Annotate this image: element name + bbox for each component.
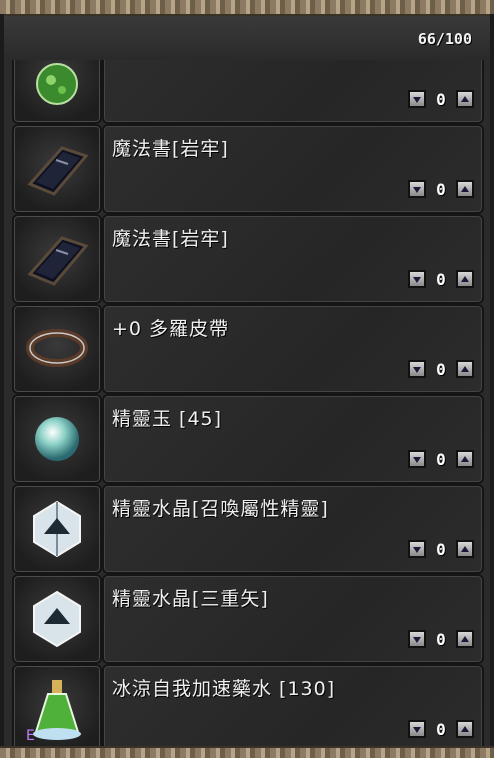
window-frame-bottom <box>0 746 494 758</box>
belt-icon <box>26 329 88 367</box>
list-item[interactable]: 魔法書[岩牢] 0 <box>8 214 484 304</box>
inventory-list: 0 魔法書[岩牢] 0 魔法書[岩牢] 0 +0 多羅皮帶 0 精靈玉 [45]… <box>4 0 490 758</box>
item-panel[interactable]: 冰涼自我加速藥水 [130] 0 <box>102 664 484 754</box>
quantity-value: 0 <box>436 449 446 469</box>
cooling-haste-potion-icon: E <box>26 680 81 744</box>
quantity-stepper[interactable]: 0 <box>408 628 474 650</box>
quantity-value: 0 <box>436 179 446 199</box>
quantity-stepper[interactable]: 0 <box>408 268 474 290</box>
window-frame-top <box>0 0 494 16</box>
quantity-value: 0 <box>436 719 446 739</box>
item-slot[interactable] <box>12 574 102 664</box>
list-item[interactable]: 精靈水晶[召喚屬性精靈] 0 <box>8 484 484 574</box>
crystal-icon <box>33 590 81 648</box>
item-name: 魔法書[岩牢] <box>112 138 229 160</box>
item-panel[interactable]: 精靈水晶[三重矢] 0 <box>102 574 484 664</box>
item-panel[interactable]: 精靈水晶[召喚屬性精靈] 0 <box>102 484 484 574</box>
item-name: 精靈玉 [45] <box>112 408 223 430</box>
svg-text:E: E <box>26 728 35 744</box>
decrease-button[interactable] <box>408 450 426 468</box>
increase-button[interactable] <box>456 450 474 468</box>
item-slot[interactable] <box>12 304 102 394</box>
quantity-value: 0 <box>436 89 446 109</box>
quantity-stepper[interactable]: 0 <box>408 718 474 740</box>
window-frame-right <box>490 14 494 748</box>
item-panel[interactable]: 魔法書[岩牢] 0 <box>102 214 484 304</box>
list-item[interactable]: +0 多羅皮帶 0 <box>8 304 484 394</box>
quantity-value: 0 <box>436 539 446 559</box>
crystal-icon <box>33 500 81 558</box>
list-item[interactable]: 魔法書[岩牢] 0 <box>8 124 484 214</box>
item-panel[interactable]: +0 多羅皮帶 0 <box>102 304 484 394</box>
decrease-button[interactable] <box>408 720 426 738</box>
item-name: +0 多羅皮帶 <box>112 318 230 340</box>
quantity-stepper[interactable]: 0 <box>408 358 474 380</box>
list-item[interactable]: E 冰涼自我加速藥水 [130] 0 <box>8 664 484 754</box>
quantity-stepper[interactable]: 0 <box>408 178 474 200</box>
decrease-button[interactable] <box>408 90 426 108</box>
decrease-button[interactable] <box>408 360 426 378</box>
quantity-stepper[interactable]: 0 <box>408 88 474 110</box>
increase-button[interactable] <box>456 90 474 108</box>
item-name: 冰涼自我加速藥水 [130] <box>112 678 336 700</box>
quantity-stepper[interactable]: 0 <box>408 538 474 560</box>
quantity-stepper[interactable]: 0 <box>408 448 474 470</box>
item-panel[interactable]: 魔法書[岩牢] 0 <box>102 124 484 214</box>
increase-button[interactable] <box>456 540 474 558</box>
quantity-value: 0 <box>436 629 446 649</box>
item-panel[interactable]: 精靈玉 [45] 0 <box>102 394 484 484</box>
item-slot[interactable] <box>12 124 102 214</box>
quantity-value: 0 <box>436 269 446 289</box>
quantity-value: 0 <box>436 359 446 379</box>
spellbook-icon <box>27 146 89 196</box>
item-name: 魔法書[岩牢] <box>112 228 229 250</box>
inventory-header: 66/100 <box>4 16 490 60</box>
spirit-orb-icon <box>35 417 79 461</box>
item-slot[interactable] <box>12 484 102 574</box>
increase-button[interactable] <box>456 720 474 738</box>
spellbook-icon <box>27 236 89 286</box>
increase-button[interactable] <box>456 360 474 378</box>
list-item[interactable]: 精靈玉 [45] 0 <box>8 394 484 484</box>
item-name: 精靈水晶[召喚屬性精靈] <box>112 498 329 520</box>
increase-button[interactable] <box>456 180 474 198</box>
decrease-button[interactable] <box>408 540 426 558</box>
decrease-button[interactable] <box>408 180 426 198</box>
decrease-button[interactable] <box>408 270 426 288</box>
increase-button[interactable] <box>456 270 474 288</box>
item-slot[interactable]: E <box>12 664 102 754</box>
capacity-counter: 66/100 <box>417 30 472 48</box>
item-name: 精靈水晶[三重矢] <box>112 588 269 610</box>
list-item[interactable]: 精靈水晶[三重矢] 0 <box>8 574 484 664</box>
item-slot[interactable] <box>12 214 102 304</box>
decrease-button[interactable] <box>408 630 426 648</box>
window-frame-left <box>0 14 4 748</box>
increase-button[interactable] <box>456 630 474 648</box>
item-slot[interactable] <box>12 394 102 484</box>
